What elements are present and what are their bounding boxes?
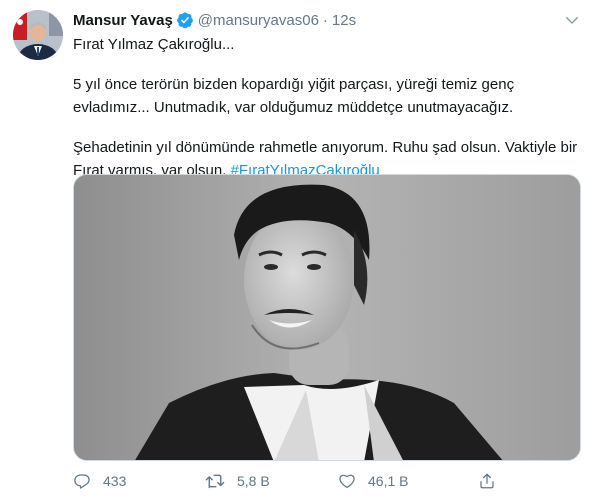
tweet-paragraph-2: 5 yıl önce terörün bizden kopardığı yiği… (73, 76, 515, 116)
author-handle[interactable]: @mansuryavas06 (198, 12, 319, 29)
timestamp[interactable]: 12s (332, 12, 356, 29)
verified-badge-icon (176, 11, 194, 29)
chevron-down-icon[interactable] (562, 10, 582, 30)
separator-dot: · (322, 11, 328, 29)
tweet-header: Mansur Yavaş @mansuryavas06 · 12s (73, 10, 356, 30)
like-count: 46,1 B (368, 473, 409, 489)
tweet-paragraph-1: Fırat Yılmaz Çakıroğlu... (73, 36, 235, 53)
tweet-photo[interactable] (73, 174, 581, 461)
tweet[interactable]: Mansur Yavaş @mansuryavas06 · 12s Fırat … (0, 0, 596, 497)
share-action[interactable] (478, 470, 496, 492)
retweet-count: 5,8 B (237, 473, 270, 489)
avatar[interactable] (13, 10, 63, 60)
retweet-icon[interactable] (205, 472, 225, 490)
like-action[interactable]: 46,1 B (338, 470, 408, 492)
reply-count: 433 (103, 473, 127, 489)
reply-icon[interactable] (73, 472, 91, 490)
tweet-actions: 433 5,8 B 46,1 B (73, 470, 513, 492)
retweet-action[interactable]: 5,8 B (205, 470, 270, 492)
author-name[interactable]: Mansur Yavaş (73, 12, 173, 29)
heart-icon[interactable] (338, 472, 356, 490)
tweet-text: Fırat Yılmaz Çakıroğlu... 5 yıl önce ter… (73, 33, 583, 182)
reply-action[interactable]: 433 (73, 470, 126, 492)
share-icon[interactable] (478, 472, 496, 490)
